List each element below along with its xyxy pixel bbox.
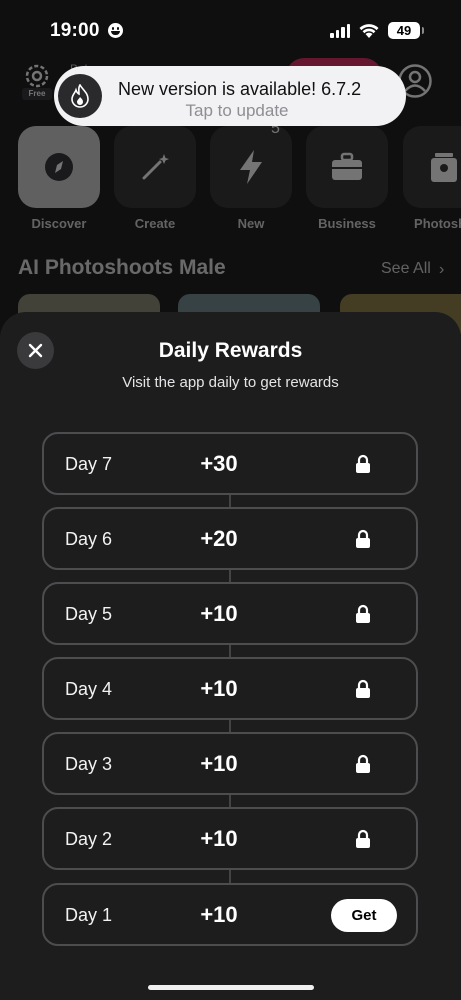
reward-row-day-1: Day 1 +10 Get: [42, 883, 418, 946]
reward-row-day-3: Day 3 +10: [42, 732, 418, 795]
get-reward-button[interactable]: Get: [331, 899, 397, 932]
lock-icon: [356, 829, 370, 848]
reward-row-day-7: Day 7 +30: [42, 432, 418, 495]
category-label: Business: [318, 216, 376, 231]
lock-icon: [356, 754, 370, 773]
reward-row-day-5: Day 5 +10: [42, 582, 418, 645]
category-label: Create: [134, 216, 176, 231]
day-label: Day 5: [65, 604, 113, 624]
lock-icon: [356, 679, 370, 698]
magic-wand-icon: [142, 154, 169, 180]
day-label: Day 2: [65, 829, 113, 849]
category-discover[interactable]: Discover: [18, 126, 100, 231]
category-tile: [403, 126, 461, 208]
focus-smiley-icon: [108, 23, 123, 38]
status-time: 19:00: [50, 20, 100, 41]
sheet-title: Daily Rewards: [158, 339, 303, 362]
reward-row-day-2: Day 2 +10: [42, 807, 418, 870]
reward-amount: +10: [200, 676, 238, 701]
free-badge: Free: [22, 88, 52, 100]
update-notification[interactable]: New version is available! 6.7.2 Tap to u…: [54, 66, 406, 126]
screen: 19:00 49 Free Balance: [0, 0, 461, 1000]
reward-amount: +10: [200, 751, 238, 776]
category-create[interactable]: Create: [114, 126, 196, 231]
home-indicator[interactable]: [148, 985, 314, 990]
section-title: AI Photoshoots Male: [18, 256, 226, 279]
reward-row-day-6: Day 6 +20: [42, 507, 418, 570]
category-business[interactable]: Business: [306, 126, 388, 231]
category-label: Discover: [31, 216, 87, 231]
daily-rewards-sheet: Daily Rewards Visit the app daily to get…: [0, 312, 461, 1000]
day-label: Day 1: [65, 905, 113, 925]
see-all-link[interactable]: See All: [381, 260, 431, 278]
wifi-icon: [359, 24, 379, 38]
reward-amount: +10: [200, 902, 238, 927]
sheet-subtitle: Visit the app daily to get rewards: [122, 374, 339, 391]
category-label: New: [237, 216, 265, 231]
lock-icon: [356, 454, 370, 473]
category-tile: [210, 126, 292, 208]
lock-icon: [356, 604, 370, 623]
category-tile: [114, 126, 196, 208]
notification-title: New version is available! 6.7.2: [118, 79, 362, 99]
status-bar: 19:00 49: [0, 0, 461, 58]
day-label: Day 4: [65, 679, 113, 699]
reward-amount: +10: [200, 826, 238, 851]
category-row: Discover Create New 5 Business Photos: [18, 120, 461, 236]
category-tile: [18, 126, 100, 208]
day-label: Day 6: [65, 529, 113, 549]
compass-icon: [45, 153, 73, 181]
reward-amount: +10: [200, 601, 238, 626]
portrait-icon: [431, 153, 457, 182]
lightning-icon: [240, 150, 262, 184]
chevron-right-icon: ›: [439, 261, 445, 278]
day-label: Day 7: [65, 454, 113, 474]
briefcase-icon: [332, 152, 362, 180]
reward-row-day-4: Day 4 +10: [42, 657, 418, 720]
battery-indicator: 49: [388, 22, 424, 39]
day-label: Day 3: [65, 754, 113, 774]
reward-amount: +20: [200, 526, 238, 551]
cellular-signal-icon: [330, 24, 350, 38]
category-tile: [306, 126, 388, 208]
lock-icon: [356, 529, 370, 548]
notification-subtitle: Tap to update: [185, 101, 289, 120]
reward-amount: +30: [200, 451, 238, 476]
category-photoshoots[interactable]: Photosho: [403, 126, 461, 231]
category-new[interactable]: New: [210, 126, 292, 231]
category-label: Photosho: [414, 216, 461, 231]
